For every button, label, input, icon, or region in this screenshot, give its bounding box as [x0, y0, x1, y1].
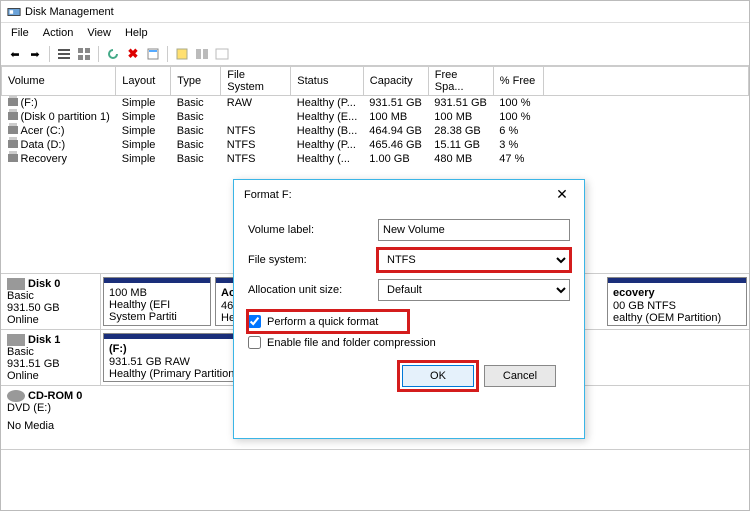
menubar: File Action View Help — [1, 23, 749, 43]
volume-label-input[interactable] — [378, 219, 570, 241]
quick-format-row[interactable]: Perform a quick format — [248, 311, 408, 332]
ok-button[interactable]: OK — [402, 365, 474, 387]
detail-icon[interactable] — [214, 46, 230, 62]
disk-icon — [7, 334, 25, 346]
table-header-row: Volume Layout Type File System Status Ca… — [2, 67, 749, 96]
format-dialog: Format F: ✕ Volume label: File system: N… — [233, 179, 585, 439]
cancel-button[interactable]: Cancel — [484, 365, 556, 387]
col-spacer — [543, 67, 748, 96]
volume-label-label: Volume label: — [248, 224, 378, 236]
back-icon[interactable]: ⬅ — [7, 46, 23, 62]
disk0-part1[interactable]: 100 MBHealthy (EFI System Partiti — [103, 277, 211, 326]
menu-action[interactable]: Action — [37, 25, 80, 41]
list-icon[interactable] — [56, 46, 72, 62]
quick-format-checkbox[interactable] — [248, 315, 261, 328]
toolbar: ⬅ ➡ ✖ — [1, 43, 749, 66]
layout-icon[interactable] — [194, 46, 210, 62]
disk1-label: Disk 1 Basic 931.51 GB Online — [1, 330, 101, 385]
properties-icon[interactable] — [145, 46, 161, 62]
titlebar: Disk Management — [1, 1, 749, 23]
col-volume[interactable]: Volume — [2, 67, 116, 96]
grid-icon[interactable] — [76, 46, 92, 62]
cdrom-icon — [7, 390, 25, 402]
col-fs[interactable]: File System — [221, 67, 291, 96]
compression-label: Enable file and folder compression — [267, 337, 436, 349]
allocation-select[interactable]: Default — [378, 279, 570, 301]
compression-row[interactable]: Enable file and folder compression — [248, 332, 570, 353]
dialog-title: Format F: — [244, 189, 292, 201]
allocation-label: Allocation unit size: — [248, 284, 378, 296]
table-row[interactable]: Data (D:)SimpleBasicNTFSHealthy (P...465… — [2, 138, 749, 152]
table-row[interactable]: Acer (C:)SimpleBasicNTFSHealthy (B...464… — [2, 124, 749, 138]
disk0-part3[interactable]: ecovery00 GB NTFSealthy (OEM Partition) — [607, 277, 747, 326]
col-type[interactable]: Type — [171, 67, 221, 96]
table-row[interactable]: RecoverySimpleBasicNTFSHealthy (...1.00 … — [2, 152, 749, 166]
close-icon[interactable]: ✕ — [550, 186, 574, 203]
col-pct[interactable]: % Free — [493, 67, 543, 96]
disk0-label: Disk 0 Basic 931.50 GB Online — [1, 274, 101, 329]
disk-icon — [7, 278, 25, 290]
filesystem-select[interactable]: NTFS — [378, 249, 570, 271]
table-row[interactable]: (Disk 0 partition 1)SimpleBasicHealthy (… — [2, 110, 749, 124]
filesystem-label: File system: — [248, 254, 378, 266]
menu-file[interactable]: File — [5, 25, 35, 41]
help-icon[interactable] — [174, 46, 190, 62]
compression-checkbox[interactable] — [248, 336, 261, 349]
quick-format-label: Perform a quick format — [267, 316, 378, 328]
delete-icon[interactable]: ✖ — [125, 46, 141, 62]
menu-view[interactable]: View — [81, 25, 117, 41]
col-capacity[interactable]: Capacity — [363, 67, 428, 96]
refresh-icon[interactable] — [105, 46, 121, 62]
col-status[interactable]: Status — [291, 67, 364, 96]
forward-icon[interactable]: ➡ — [27, 46, 43, 62]
menu-help[interactable]: Help — [119, 25, 154, 41]
col-layout[interactable]: Layout — [116, 67, 171, 96]
app-icon — [7, 5, 21, 19]
table-row[interactable]: (F:)SimpleBasicRAWHealthy (P...931.51 GB… — [2, 96, 749, 111]
volume-table: Volume Layout Type File System Status Ca… — [1, 66, 749, 166]
col-free[interactable]: Free Spa... — [428, 67, 493, 96]
window-title: Disk Management — [25, 6, 114, 18]
